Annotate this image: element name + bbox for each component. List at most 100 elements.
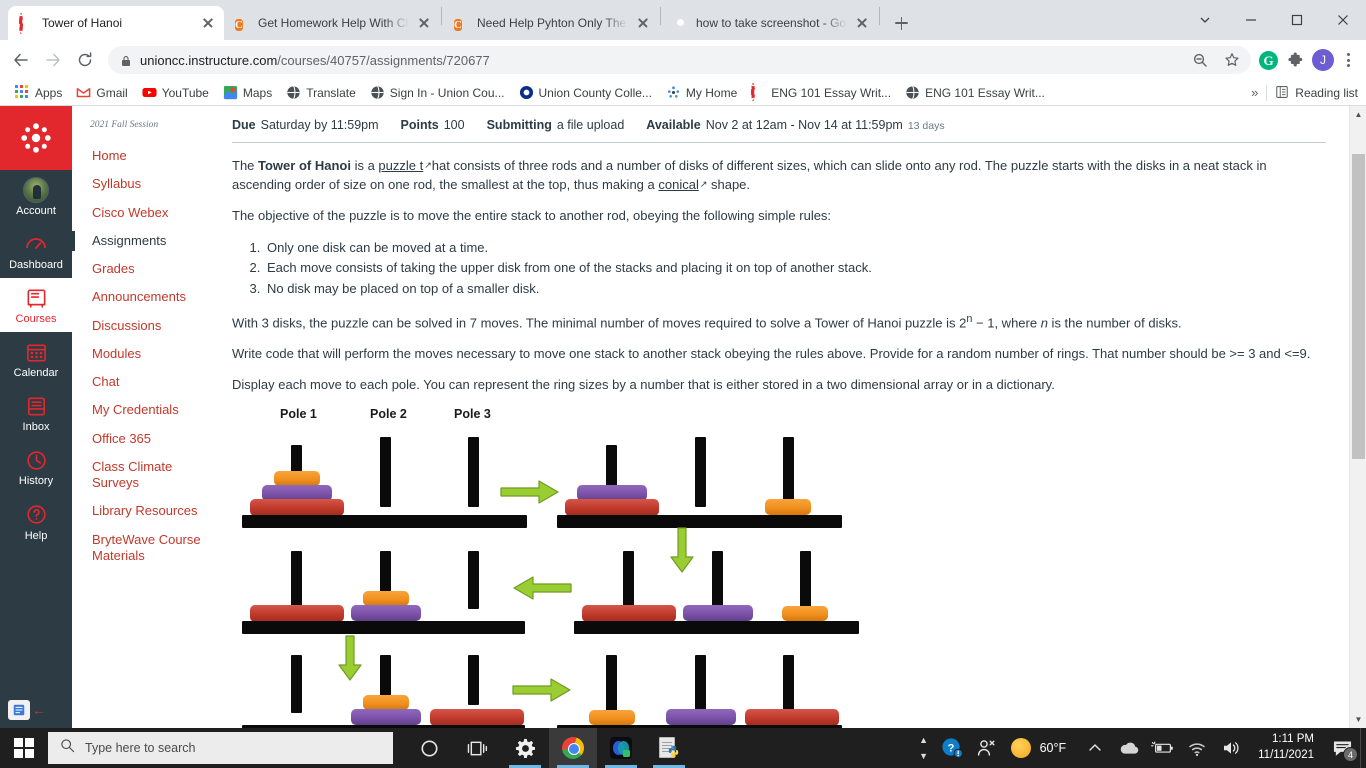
taskbar-search[interactable]: Type here to search	[48, 732, 393, 764]
tower-of-hanoi-figure: Pole 1 Pole 2 Pole 3	[232, 407, 1326, 728]
help-question-icon[interactable]: ?	[935, 728, 969, 768]
browser-toolbar: unioncc.instructure.com/courses/40757/as…	[0, 40, 1366, 80]
state-6	[557, 654, 842, 728]
scroll-down-icon[interactable]: ▼	[1350, 711, 1366, 728]
course-nav-my-credentials[interactable]: My Credentials	[72, 396, 214, 424]
close-button[interactable]	[1320, 4, 1366, 36]
onedrive-cloud-icon[interactable]	[1112, 728, 1146, 768]
forward-icon[interactable]	[38, 45, 68, 75]
bookmark-signin-union[interactable]: Sign In - Union Cou...	[363, 83, 512, 102]
course-nav-grades[interactable]: Grades	[72, 255, 214, 283]
course-nav-brytewave-course-materials[interactable]: BryteWave Course Materials	[72, 526, 214, 571]
chevron-up-icon: ▲	[919, 735, 929, 745]
address-bar[interactable]: unioncc.instructure.com/courses/40757/as…	[108, 46, 1251, 74]
office-icon[interactable]	[597, 728, 645, 768]
global-nav-courses[interactable]: Courses	[0, 278, 72, 333]
page-scrollbar[interactable]: ▲ ▼	[1349, 106, 1366, 728]
courses-icon	[23, 285, 49, 311]
translate-icon	[286, 85, 301, 100]
course-nav-home[interactable]: Home	[72, 142, 214, 170]
meta-value: a file upload	[556, 118, 625, 132]
collapse-nav-button[interactable]: ←	[8, 700, 46, 720]
global-nav-inbox[interactable]: Inbox	[0, 386, 72, 440]
link-puzzle[interactable]: puzzle t	[378, 158, 423, 173]
course-nav-chat[interactable]: Chat	[72, 368, 214, 396]
show-hidden-icons-icon[interactable]	[1078, 728, 1112, 768]
url-path: /courses/40757/assignments/720677	[277, 52, 490, 68]
course-nav-modules[interactable]: Modules	[72, 340, 214, 368]
course-nav-syllabus[interactable]: Syllabus	[72, 170, 214, 198]
browser-tab-1[interactable]: C Get Homework Help With Chegg	[224, 6, 440, 40]
bookmark-star-icon[interactable]	[1217, 45, 1247, 75]
search-placeholder: Type here to search	[85, 741, 196, 755]
people-icon[interactable]	[969, 728, 1003, 768]
list-item: Each move consists of taking the upper d…	[264, 258, 1326, 279]
weather-widget[interactable]: 60°F	[1003, 738, 1079, 758]
close-icon[interactable]	[635, 15, 651, 31]
bookmarks-bar-right: » Reading list	[1251, 84, 1358, 101]
course-nav-office-365[interactable]: Office 365	[72, 425, 214, 453]
task-view-icon[interactable]	[453, 728, 501, 768]
back-icon[interactable]	[6, 45, 36, 75]
reload-icon[interactable]	[70, 45, 100, 75]
browser-tab-2[interactable]: C Need Help Pyhton Only The Tow	[443, 6, 659, 40]
close-icon[interactable]	[854, 15, 870, 31]
reading-list-button[interactable]: Reading list	[1275, 85, 1358, 100]
global-nav-dashboard[interactable]: Dashboard	[0, 224, 72, 278]
bookmark-maps[interactable]: Maps	[216, 83, 279, 102]
chrome-menu-icon[interactable]	[1336, 48, 1360, 72]
bookmark-eng101-1[interactable]: ENG 101 Essay Writ...	[744, 83, 898, 102]
global-nav-account[interactable]: Account	[0, 170, 72, 224]
settings-icon[interactable]	[501, 728, 549, 768]
bookmark-apps[interactable]: Apps	[8, 83, 69, 102]
canvas-icon	[751, 83, 766, 101]
extensions-puzzle-icon[interactable]	[1280, 45, 1310, 75]
clock[interactable]: 1:11 PM 11/11/2021	[1248, 732, 1324, 763]
tray-scroll-icon[interactable]: ▲ ▼	[913, 728, 935, 768]
show-desktop-button[interactable]	[1360, 728, 1366, 768]
cortana-icon[interactable]	[405, 728, 453, 768]
bookmark-eng101-2[interactable]: ENG 101 Essay Writ...	[898, 83, 1052, 102]
browser-tab-0[interactable]: Tower of Hanoi	[8, 6, 224, 40]
battery-charging-icon[interactable]	[1146, 728, 1180, 768]
link-conical[interactable]: conical	[658, 177, 698, 192]
browser-tab-3[interactable]: how to take screenshot - Google	[662, 6, 878, 40]
global-nav-history[interactable]: History	[0, 440, 72, 494]
rod-2	[695, 654, 706, 713]
profile-avatar[interactable]: J	[1312, 49, 1334, 71]
volume-icon[interactable]	[1214, 728, 1248, 768]
zoom-out-icon[interactable]	[1185, 45, 1215, 75]
bookmark-my-home[interactable]: My Home	[659, 83, 744, 102]
rod-2	[695, 436, 706, 507]
course-nav-library-resources[interactable]: Library Resources	[72, 497, 214, 525]
python-file-icon[interactable]	[645, 728, 693, 768]
global-nav-calendar[interactable]: Calendar	[0, 332, 72, 386]
notifications-button[interactable]: 4	[1324, 728, 1360, 768]
bookmark-youtube[interactable]: YouTube	[135, 83, 216, 102]
grammarly-extension-icon[interactable]: G	[1259, 50, 1278, 70]
rules-list: Only one disk can be moved at a time. Ea…	[264, 238, 1326, 300]
close-icon[interactable]	[200, 15, 216, 31]
maximize-button[interactable]	[1274, 4, 1320, 36]
tab-search-icon[interactable]	[1182, 4, 1228, 36]
course-nav-class-climate-surveys[interactable]: Class Climate Surveys	[72, 453, 214, 498]
start-button[interactable]	[0, 728, 48, 768]
minimize-button[interactable]	[1228, 4, 1274, 36]
new-tab-button[interactable]	[887, 9, 915, 37]
canvas-logo[interactable]	[0, 106, 72, 170]
bookmark-translate[interactable]: Translate	[279, 83, 363, 102]
course-nav-discussions[interactable]: Discussions	[72, 312, 214, 340]
course-nav-cisco-webex[interactable]: Cisco Webex	[72, 199, 214, 227]
course-nav-assignments[interactable]: Assignments	[72, 227, 214, 255]
scrollbar-thumb[interactable]	[1352, 154, 1365, 459]
global-nav-help[interactable]: Help	[0, 495, 72, 549]
course-nav-announcements[interactable]: Announcements	[72, 283, 214, 311]
url-input[interactable]: unioncc.instructure.com/courses/40757/as…	[140, 53, 1177, 68]
wifi-icon[interactable]	[1180, 728, 1214, 768]
bookmark-gmail[interactable]: Gmail	[69, 83, 134, 102]
close-icon[interactable]	[416, 15, 432, 31]
bookmark-union-county-college[interactable]: Union County Colle...	[512, 83, 659, 102]
bookmarks-overflow-icon[interactable]: »	[1251, 85, 1258, 100]
scroll-up-icon[interactable]: ▲	[1350, 106, 1366, 123]
chrome-icon[interactable]	[549, 728, 597, 768]
